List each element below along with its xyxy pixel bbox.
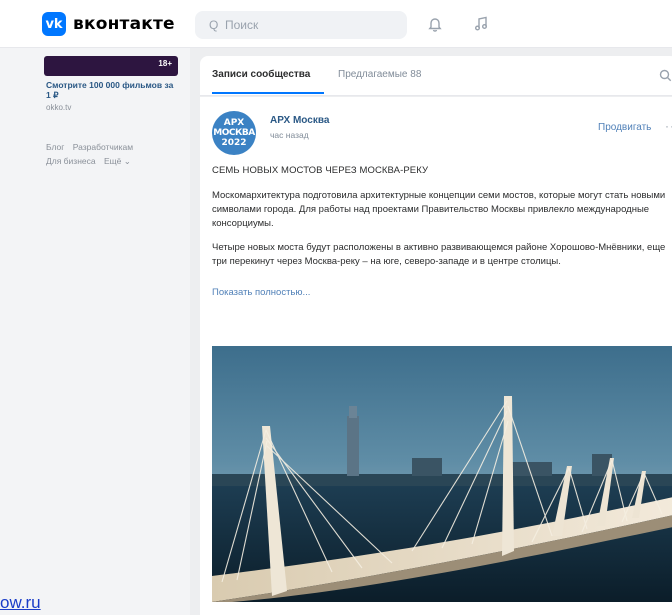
search-box[interactable] — [195, 11, 407, 39]
promo-title-link[interactable]: Смотрите 100 000 фильмов за 1 ₽ — [46, 80, 176, 100]
promo-banner-image[interactable]: 18+ — [44, 56, 178, 76]
main-feed: Записи сообщества Предлагаемые 88 АРХ МО… — [190, 48, 672, 615]
music-note-icon[interactable] — [470, 13, 492, 35]
promo-domain: okko.tv — [46, 103, 72, 112]
more-options-icon[interactable]: ··· — [665, 119, 672, 133]
footer-link-more[interactable]: Ещё ⌄ — [104, 156, 131, 166]
vk-logo-icon: vk — [42, 12, 66, 36]
promote-button[interactable]: Продвигать — [598, 122, 651, 133]
post-photo-bridge[interactable] — [212, 346, 672, 602]
avatar-line-2: МОСКВА — [213, 128, 255, 138]
left-sidebar: 18+ Смотрите 100 000 фильмов за 1 ₽ okko… — [0, 48, 190, 615]
avatar-line-3: 2022 — [221, 138, 247, 148]
post-paragraph-1: Москомархитектура подготовила архитектур… — [212, 190, 666, 229]
search-input[interactable] — [209, 18, 379, 32]
tab-suggested-posts[interactable]: Предлагаемые 88 — [338, 69, 421, 80]
footer-link-business[interactable]: Для бизнеса — [46, 156, 96, 166]
feed-search-icon[interactable] — [659, 69, 672, 82]
active-tab-indicator — [212, 92, 324, 94]
vk-logo[interactable]: vk вконтакте — [42, 12, 175, 36]
post-timestamp[interactable]: час назад — [270, 130, 309, 140]
watermark-text: ow.ru — [0, 593, 41, 612]
feed-tabs: Записи сообщества Предлагаемые 88 — [200, 56, 672, 96]
footer-link-blog[interactable]: Блог — [46, 142, 64, 152]
top-header: vk вконтакте — [0, 0, 672, 48]
footer-link-developers[interactable]: Разработчикам — [73, 142, 133, 152]
age-rating-badge: 18+ — [158, 59, 172, 68]
bell-icon[interactable] — [424, 13, 446, 35]
avatar-line-1: АРХ — [223, 118, 245, 128]
post-title: СЕМЬ НОВЫХ МОСТОВ ЧЕРЕЗ МОСКВА-РЕКУ — [212, 165, 429, 176]
tab-community-posts[interactable]: Записи сообщества — [212, 69, 310, 80]
show-more-link[interactable]: Показать полностью... — [212, 287, 310, 298]
vk-logo-text: вконтакте — [73, 14, 175, 34]
footer-links: Блог Разработчикам Для бизнеса Ещё ⌄ — [46, 140, 186, 168]
post-paragraph-2: Четыре новых моста будут расположены в а… — [212, 242, 666, 267]
community-avatar[interactable]: АРХ МОСКВА 2022 — [212, 111, 256, 155]
post-author-link[interactable]: АРХ Москва — [270, 115, 329, 126]
post-card: АРХ МОСКВА 2022 АРХ Москва час назад Про… — [200, 97, 672, 615]
